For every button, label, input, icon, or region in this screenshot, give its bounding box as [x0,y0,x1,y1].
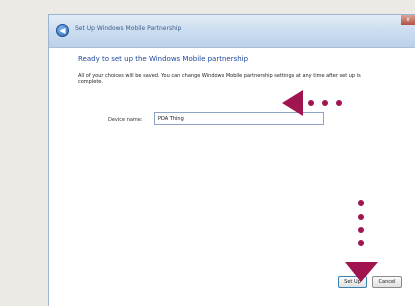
left-pointing-arrow-icon [282,90,342,116]
down-pointing-arrow-icon [345,200,378,282]
instruction-overlay [282,90,378,282]
